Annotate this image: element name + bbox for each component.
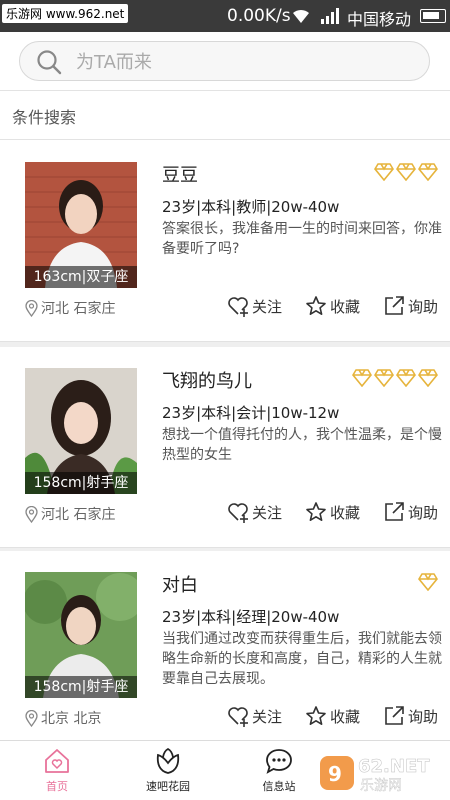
location-pin-icon — [25, 505, 38, 523]
search-icon[interactable] — [36, 49, 62, 75]
location-text: 河北 石家庄 — [41, 301, 116, 317]
flower-icon — [156, 747, 180, 774]
follow-button[interactable]: 关注 — [227, 501, 282, 523]
diamond-icon — [396, 369, 416, 387]
diamond-icon — [418, 573, 438, 591]
diamond-icon — [352, 369, 372, 387]
star-icon — [306, 296, 326, 315]
membership-diamonds — [418, 573, 438, 591]
tab-home[interactable]: 首页 — [12, 745, 102, 799]
profile-photo[interactable]: 158cm|射手座 — [25, 368, 137, 494]
filter-bar[interactable]: 条件搜索 — [0, 90, 450, 140]
svg-text:9: 9 — [328, 762, 342, 786]
carrier-name: 中国移动 — [347, 10, 412, 29]
follow-button[interactable]: 关注 — [227, 705, 282, 727]
status-bar: 乐游网 www.962.net 0.00K/s 中国移动 — [0, 0, 450, 32]
share-out-icon — [385, 502, 404, 521]
diamond-icon — [418, 369, 438, 387]
profile-name[interactable]: 对白 — [162, 571, 198, 597]
profile-card[interactable]: 158cm|射手座 对白 23岁|本科|经理|20w-40w 当我们通过改变而获… — [0, 551, 450, 751]
location-pin-icon — [25, 299, 38, 317]
tab-garden-label: 速吧花园 — [146, 780, 190, 793]
profile-photo[interactable]: 163cm|双子座 — [25, 162, 137, 288]
favorite-button[interactable]: 收藏 — [305, 295, 360, 317]
tab-garden[interactable]: 速吧花园 — [123, 745, 213, 799]
profile-location: 河北 石家庄 — [25, 504, 115, 524]
profile-stats: 23岁|本科|教师|20w-40w — [162, 198, 340, 216]
membership-diamonds — [352, 369, 438, 387]
profile-card[interactable]: 158cm|射手座 飞翔的鸟儿 23岁|本科|会计|10w-12w 想找一个值得… — [0, 347, 450, 547]
svg-text:62.NET: 62.NET — [358, 756, 430, 777]
inquire-button[interactable]: 询助 — [383, 501, 438, 523]
battery-icon — [420, 9, 446, 23]
share-out-icon — [385, 296, 404, 315]
tab-messages[interactable]: 信息站 — [234, 745, 324, 799]
diamond-icon — [396, 163, 416, 181]
profile-bio: 想找一个值得托付的人，我个性温柔，是个慢热型的女生 — [162, 427, 442, 463]
inquire-button[interactable]: 询助 — [383, 295, 438, 317]
diamond-icon — [418, 163, 438, 181]
profile-photo[interactable]: 158cm|射手座 — [25, 572, 137, 698]
height-zodiac-caption: 158cm|射手座 — [25, 472, 137, 494]
filter-search-label[interactable]: 条件搜索 — [12, 104, 76, 128]
svg-text:乐游网: 乐游网 — [360, 778, 402, 794]
search-section — [0, 32, 450, 90]
follow-button[interactable]: 关注 — [227, 295, 282, 317]
height-zodiac-caption: 163cm|双子座 — [25, 266, 137, 288]
profile-name[interactable]: 飞翔的鸟儿 — [162, 367, 252, 393]
follow-label: 关注 — [252, 297, 283, 316]
search-input[interactable] — [76, 48, 416, 76]
network-speed: 0.00K/s — [227, 6, 291, 26]
membership-diamonds — [374, 163, 438, 181]
favorite-label: 收藏 — [330, 297, 361, 316]
search-bar[interactable] — [19, 41, 430, 81]
inquire-button[interactable]: 询助 — [383, 705, 438, 727]
favorite-button[interactable]: 收藏 — [305, 501, 360, 523]
favorite-label: 收藏 — [330, 707, 361, 726]
heart-plus-icon — [228, 503, 248, 523]
star-icon — [306, 502, 326, 521]
profile-name[interactable]: 豆豆 — [162, 161, 198, 187]
heart-plus-icon — [228, 297, 248, 317]
tab-messages-label: 信息站 — [262, 780, 296, 793]
follow-label: 关注 — [252, 707, 283, 726]
signal-icon — [321, 8, 339, 24]
profile-bio: 当我们通过改变而获得重生后，我们就能去领略生命新的长度和高度，自己，精彩的人生就… — [162, 631, 442, 687]
home-heart-icon — [45, 749, 69, 773]
heart-plus-icon — [228, 707, 248, 727]
profile-stats: 23岁|本科|会计|10w-12w — [162, 404, 340, 422]
location-text: 北京 北京 — [41, 711, 102, 727]
tab-home-label: 首页 — [46, 780, 68, 793]
height-zodiac-caption: 158cm|射手座 — [25, 676, 137, 698]
favorite-label: 收藏 — [330, 503, 361, 522]
site-logo-watermark: 9 62.NET 乐游网 — [320, 756, 430, 794]
profile-card[interactable]: 163cm|双子座 豆豆 23岁|本科|教师|20w-40w 答案很长，我准备用… — [0, 141, 450, 341]
profile-location: 北京 北京 — [25, 708, 101, 728]
profile-stats: 23岁|本科|经理|20w-40w — [162, 608, 340, 626]
chat-bubble-icon — [266, 749, 292, 774]
site-watermark: 乐游网 www.962.net — [2, 4, 129, 23]
location-text: 河北 石家庄 — [41, 507, 116, 523]
wifi-icon — [293, 9, 309, 23]
inquire-label: 询助 — [408, 707, 439, 726]
profile-bio: 答案很长，我准备用一生的时间来回答，你准备要听了吗? — [162, 221, 442, 257]
location-pin-icon — [25, 709, 38, 727]
favorite-button[interactable]: 收藏 — [305, 705, 360, 727]
profile-location: 河北 石家庄 — [25, 298, 115, 318]
share-out-icon — [385, 706, 404, 725]
diamond-icon — [374, 163, 394, 181]
diamond-icon — [374, 369, 394, 387]
follow-label: 关注 — [252, 503, 283, 522]
star-icon — [306, 706, 326, 725]
inquire-label: 询助 — [408, 297, 439, 316]
inquire-label: 询助 — [408, 503, 439, 522]
